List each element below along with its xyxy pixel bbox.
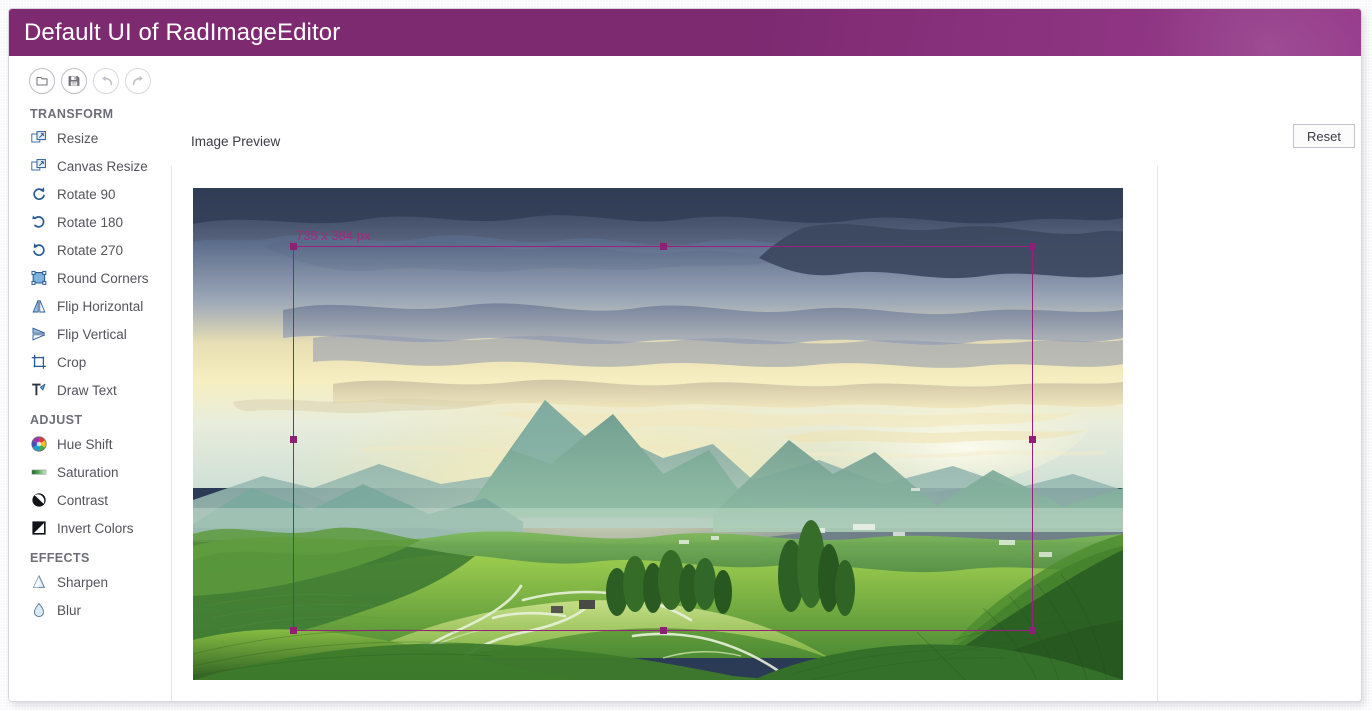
sidebar-item-contrast[interactable]: Contrast (9, 486, 169, 514)
rotate-270-icon (30, 242, 47, 259)
sidebar-item-label: Canvas Resize (57, 158, 148, 174)
save-button[interactable] (61, 68, 87, 94)
round-corners-icon (30, 270, 47, 287)
sidebar-item-label: Blur (57, 602, 82, 618)
sidebar-item-label: Rotate 270 (57, 242, 124, 258)
flip-horizontal-icon (30, 298, 47, 315)
sidebar-item-label: Flip Vertical (57, 326, 127, 342)
crop-icon (30, 354, 47, 371)
sidebar-item-saturation[interactable]: Saturation (9, 458, 169, 486)
title-bar: Default UI of RadImageEditor (9, 9, 1361, 56)
undo-button[interactable] (93, 68, 119, 94)
sidebar-item-crop[interactable]: Crop (9, 348, 169, 376)
sidebar-item-canvas-resize[interactable]: Canvas Resize (9, 152, 169, 180)
sidebar-item-label: Hue Shift (57, 436, 113, 452)
window-body: TRANSFORM Resize Canvas Resize Rotate 90… (9, 56, 1361, 701)
rotate-90-icon (30, 186, 47, 203)
tools-sidebar: TRANSFORM Resize Canvas Resize Rotate 90… (9, 104, 169, 701)
sidebar-divider (171, 166, 172, 701)
sidebar-item-label: Saturation (57, 464, 119, 480)
sharpen-triangle-icon (30, 574, 47, 591)
sidebar-item-label: Resize (57, 130, 99, 146)
sidebar-item-label: Sharpen (57, 574, 109, 590)
redo-arrow-icon (131, 74, 146, 88)
sidebar-item-flip-vertical[interactable]: Flip Vertical (9, 320, 169, 348)
sidebar-item-rotate-270[interactable]: Rotate 270 (9, 236, 169, 264)
image-preview-label: Image Preview (191, 134, 281, 149)
flip-vertical-icon (30, 326, 47, 343)
contrast-circle-icon (30, 492, 47, 509)
sidebar-item-label: Flip Horizontal (57, 298, 144, 314)
open-button[interactable] (29, 68, 55, 94)
sidebar-item-invert-colors[interactable]: Invert Colors (9, 514, 169, 542)
app-window: Default UI of RadImageEditor TRANSFORM R… (8, 8, 1362, 702)
sidebar-item-label: Round Corners (57, 270, 149, 286)
group-heading-effects: EFFECTS (30, 551, 90, 565)
image-canvas[interactable]: 738 x 384 px (193, 188, 1123, 680)
sidebar-item-flip-horizontal[interactable]: Flip Horizontal (9, 292, 169, 320)
saturation-gradient-icon (30, 464, 47, 481)
sidebar-item-label: Draw Text (57, 382, 117, 398)
sidebar-item-hue-shift[interactable]: Hue Shift (9, 430, 169, 458)
canvas-resize-icon (30, 158, 47, 175)
hue-wheel-icon (30, 436, 47, 453)
group-heading-adjust: ADJUST (30, 413, 83, 427)
screenshot-root: Default UI of RadImageEditor TRANSFORM R… (0, 0, 1372, 711)
sidebar-item-label: Crop (57, 354, 87, 370)
draw-text-icon (30, 382, 47, 399)
invert-colors-icon (30, 520, 47, 537)
sidebar-item-draw-text[interactable]: Draw Text (9, 376, 169, 404)
folder-icon (35, 74, 49, 88)
right-panel-divider (1157, 166, 1158, 701)
floppy-disk-icon (67, 74, 81, 88)
file-toolbar (29, 68, 151, 94)
blur-droplet-icon (30, 602, 47, 619)
sidebar-item-resize[interactable]: Resize (9, 124, 169, 152)
undo-arrow-icon (99, 74, 114, 88)
reset-button[interactable]: Reset (1293, 124, 1355, 148)
sidebar-item-label: Invert Colors (57, 520, 134, 536)
rotate-180-icon (30, 214, 47, 231)
sidebar-item-sharpen[interactable]: Sharpen (9, 568, 169, 596)
group-heading-transform: TRANSFORM (30, 107, 114, 121)
resize-icon (30, 130, 47, 147)
sidebar-item-rotate-180[interactable]: Rotate 180 (9, 208, 169, 236)
sidebar-item-blur[interactable]: Blur (9, 596, 169, 624)
redo-button[interactable] (125, 68, 151, 94)
sidebar-item-rotate-90[interactable]: Rotate 90 (9, 180, 169, 208)
sidebar-item-label: Contrast (57, 492, 109, 508)
window-title: Default UI of RadImageEditor (24, 19, 341, 46)
sidebar-item-label: Rotate 90 (57, 186, 116, 202)
sidebar-item-round-corners[interactable]: Round Corners (9, 264, 169, 292)
sidebar-item-label: Rotate 180 (57, 214, 124, 230)
preview-image (193, 188, 1123, 680)
